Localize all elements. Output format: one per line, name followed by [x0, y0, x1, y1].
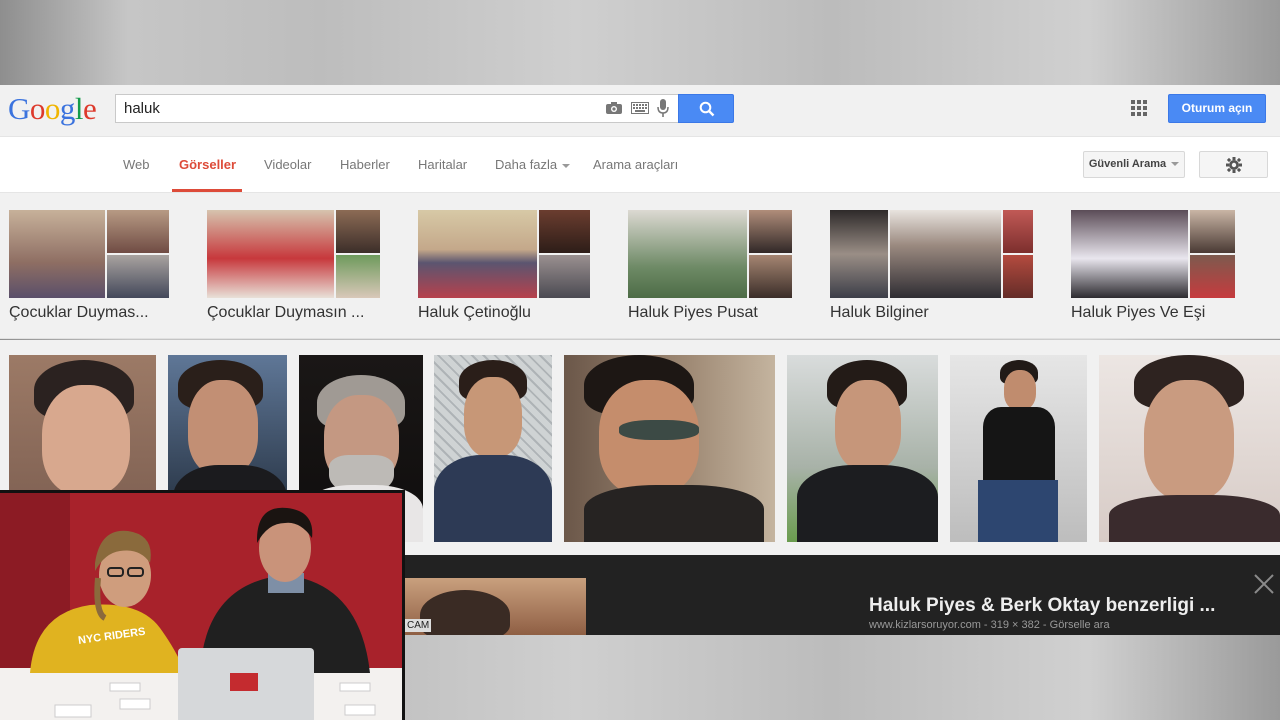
google-header: Google Oturum açın	[0, 85, 1280, 137]
related-search-item[interactable]: Çocuklar Duymas...	[9, 210, 169, 321]
active-tab-indicator	[172, 189, 242, 192]
chevron-down-icon	[1171, 162, 1180, 167]
search-input[interactable]	[124, 100, 594, 117]
thumbnail-caption: CAM	[405, 619, 432, 632]
related-search-label: Haluk Çetinoğlu	[418, 304, 531, 321]
collage-thumbnail	[9, 210, 169, 298]
apps-grid-icon[interactable]	[1131, 100, 1147, 116]
related-search-item[interactable]: Haluk Bilginer	[830, 210, 1033, 321]
tab-more-label: Daha fazla	[495, 157, 558, 172]
preview-thumbnail[interactable]	[405, 578, 586, 635]
video-top-band	[0, 0, 1280, 85]
sign-in-button[interactable]: Oturum açın	[1168, 94, 1266, 123]
related-search-item[interactable]: Haluk Piyes Ve Eşi	[1071, 210, 1235, 321]
tab-web[interactable]: Web	[123, 157, 150, 172]
safe-search-dropdown[interactable]: Güvenli Arama	[1083, 151, 1185, 178]
preview-title[interactable]: Haluk Piyes & Berk Oktay benzerligi ...	[869, 595, 1215, 617]
collage-thumbnail	[628, 210, 792, 298]
related-search-item[interactable]: Çocuklar Duymasın ...	[207, 210, 380, 321]
search-icon	[699, 101, 715, 117]
image-result[interactable]	[564, 355, 775, 542]
preview-meta[interactable]: www.kizlarsoruyor.com - 319 × 382 - Görs…	[869, 619, 1110, 631]
collage-thumbnail	[830, 210, 1033, 298]
related-search-label: Haluk Bilginer	[830, 304, 929, 321]
related-search-item[interactable]: Haluk Çetinoğlu	[418, 210, 590, 321]
webcam-scene: NYC RIDERS	[0, 493, 402, 720]
camera-icon[interactable]	[605, 101, 623, 118]
webcam-overlay: NYC RIDERS	[0, 490, 405, 720]
settings-button[interactable]	[1199, 151, 1268, 178]
safe-search-label: Güvenli Arama	[1088, 158, 1167, 170]
video-bottom-band	[405, 635, 1280, 720]
search-box[interactable]	[115, 94, 678, 123]
tab-more[interactable]: Daha fazla	[495, 157, 571, 172]
gear-icon	[1226, 157, 1242, 173]
collage-thumbnail	[1071, 210, 1235, 298]
close-icon[interactable]	[1253, 573, 1275, 600]
search-tools-button[interactable]: Arama araçları	[593, 157, 678, 172]
related-searches-row: Çocuklar Duymas... Çocuklar Duymasın ...…	[0, 193, 1280, 339]
image-preview-panel: CAM Haluk Piyes & Berk Oktay benzerligi …	[405, 555, 1280, 635]
image-result[interactable]	[950, 355, 1087, 542]
related-search-label: Çocuklar Duymasın ...	[207, 304, 365, 321]
keyboard-icon[interactable]	[631, 101, 649, 117]
image-result[interactable]	[787, 355, 938, 542]
related-search-label: Haluk Piyes Ve Eşi	[1071, 304, 1206, 321]
image-result[interactable]	[434, 355, 552, 542]
tab-maps[interactable]: Haritalar	[418, 157, 467, 172]
google-logo[interactable]: Google	[8, 91, 97, 127]
collage-thumbnail	[418, 210, 590, 298]
related-search-label: Haluk Piyes Pusat	[628, 304, 758, 321]
tab-images[interactable]: Görseller	[179, 157, 236, 172]
tab-videos[interactable]: Videolar	[264, 157, 311, 172]
search-button[interactable]	[678, 94, 734, 123]
related-search-item[interactable]: Haluk Piyes Pusat	[628, 210, 792, 321]
chevron-down-icon	[562, 163, 571, 168]
tab-news[interactable]: Haberler	[340, 157, 390, 172]
image-result[interactable]	[1099, 355, 1280, 542]
microphone-icon[interactable]	[657, 99, 669, 120]
related-search-label: Çocuklar Duymas...	[9, 304, 149, 321]
collage-thumbnail	[207, 210, 380, 298]
search-nav: Web Görseller Videolar Haberler Haritala…	[0, 137, 1280, 193]
